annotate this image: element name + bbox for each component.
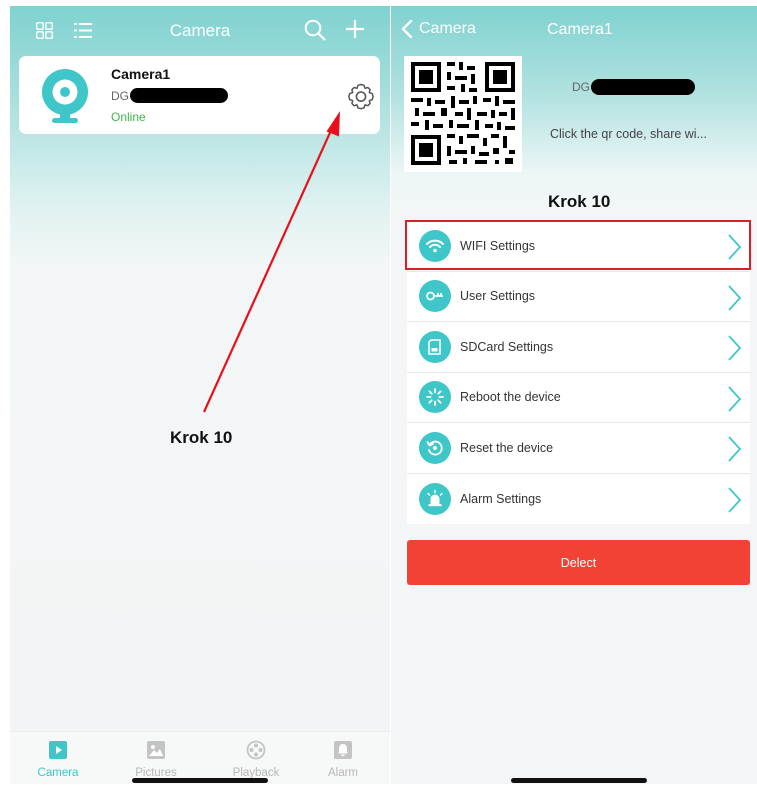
menu-item-label: Reset the device [460, 440, 554, 455]
sdcard-icon [419, 330, 451, 363]
tab-label: Camera [37, 767, 79, 779]
camera-device-icon [42, 69, 88, 123]
gear-icon[interactable] [346, 82, 376, 112]
home-indicator [132, 778, 268, 783]
annotation-label: Krok 10 [170, 428, 233, 447]
qr-code[interactable] [404, 56, 522, 172]
menu-item-reboot-device[interactable]: Reboot the device [407, 373, 750, 423]
back-label: Camera [419, 20, 476, 37]
camera-id-prefix: DG [111, 88, 129, 103]
menu-item-sdcard-settings[interactable]: SDCard Settings [407, 322, 750, 373]
camera-status: Online [111, 110, 146, 124]
camera-id: DG [111, 88, 228, 103]
wifi-settings-highlight-box [405, 220, 751, 270]
picture-icon [147, 741, 165, 759]
reboot-icon [419, 381, 451, 414]
chevron-left-icon [401, 20, 413, 38]
tab-pictures[interactable]: Pictures [121, 740, 191, 779]
camera-card[interactable]: Camera1 DG Online [19, 56, 380, 134]
page-title: Camera1 [547, 21, 613, 38]
home-indicator [511, 778, 647, 783]
search-icon[interactable] [304, 19, 326, 41]
chevron-right-icon [728, 284, 742, 311]
menu-item-label: SDCard Settings [460, 339, 554, 354]
menu-item-reset-device[interactable]: Reset the device [407, 423, 750, 474]
redaction-bar [130, 88, 228, 103]
tab-label: Alarm [327, 767, 359, 779]
plus-icon[interactable] [345, 19, 365, 39]
menu-item-label: User Settings [460, 289, 536, 304]
menu-item-label: Reboot the device [460, 390, 561, 405]
menu-item-alarm-settings[interactable]: Alarm Settings [407, 474, 750, 525]
page-title: Camera [169, 21, 231, 40]
header-bar: Camera [10, 6, 390, 56]
redaction-bar [591, 79, 695, 95]
device-id: DG [572, 79, 695, 95]
key-icon [419, 280, 451, 313]
chevron-right-icon [728, 335, 742, 361]
menu-item-label: Alarm Settings [460, 491, 542, 506]
delete-device-button[interactable]: Delect [407, 540, 750, 585]
film-reel-icon [246, 740, 266, 760]
tab-camera[interactable]: Camera [23, 740, 93, 779]
qr-share-hint: Click the qr code, share wi... [550, 127, 708, 141]
tab-playback[interactable]: Playback [221, 740, 291, 779]
chevron-right-icon [728, 385, 742, 412]
camera-name: Camera1 [111, 66, 171, 82]
back-button[interactable]: Camera [401, 20, 476, 38]
camera-list-screen: Camera Camera1 DG Online Krok 10 Camera … [10, 6, 390, 784]
device-settings-screen: Camera Camera1 DG Click the qr code, sha… [391, 6, 757, 784]
video-play-icon [49, 741, 67, 759]
device-id-prefix: DG [572, 80, 590, 94]
annotation-label: Krok 10 [548, 192, 611, 211]
tab-alarm[interactable]: Alarm [308, 740, 378, 779]
tab-bar: Camera Pictures Playback Alarm [10, 731, 390, 784]
chevron-right-icon [728, 436, 742, 462]
reset-icon [419, 431, 451, 464]
chevron-right-icon [728, 486, 742, 513]
alarm-siren-icon [419, 482, 451, 515]
bell-icon [334, 741, 352, 759]
menu-item-user-settings[interactable]: User Settings [407, 272, 750, 322]
